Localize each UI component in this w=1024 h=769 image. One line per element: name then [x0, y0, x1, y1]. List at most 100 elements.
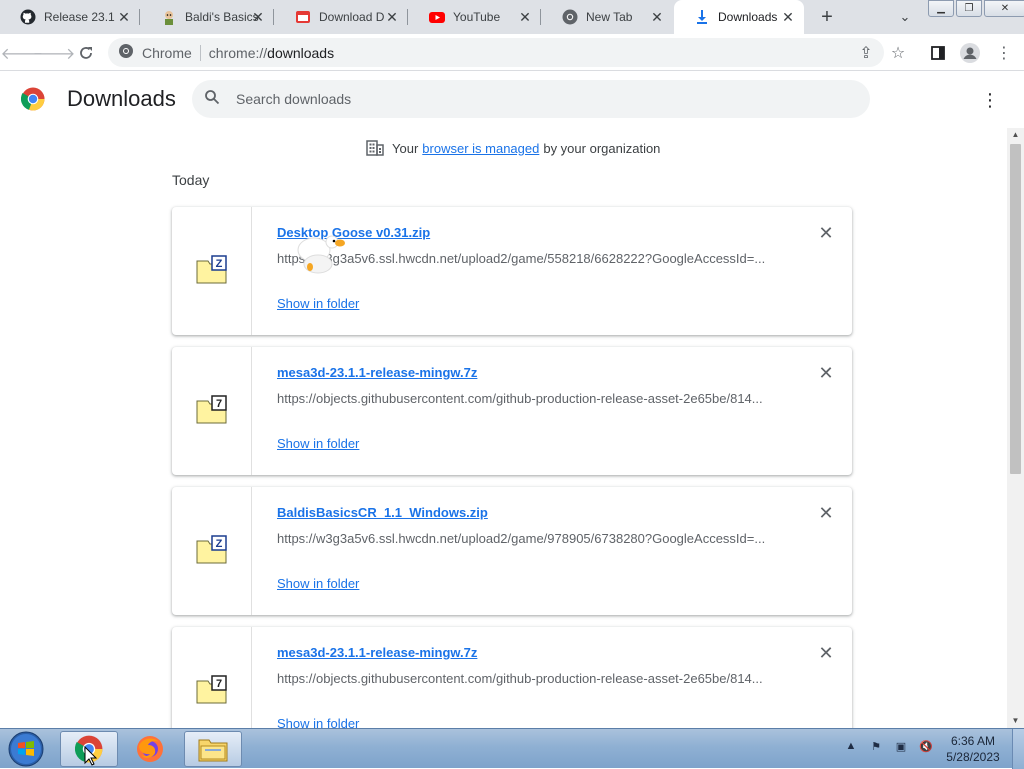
remove-close-icon[interactable]: ✕: [816, 363, 836, 383]
7z-file-icon: 7: [196, 395, 227, 424]
tab-separator: [273, 9, 274, 25]
scroll-up-arrow-icon[interactable]: ▲: [1007, 128, 1024, 142]
remove-close-icon[interactable]: ✕: [816, 503, 836, 523]
taskbar-clock[interactable]: 6:36 AM 5/28/2023: [938, 733, 1008, 765]
search-downloads-box[interactable]: [192, 80, 870, 118]
tab-new-tab[interactable]: New Tab ✕: [542, 0, 673, 34]
tab-title: New Tab: [586, 10, 633, 24]
tab-search-chevron-icon[interactable]: ⌄: [894, 6, 916, 28]
taskbar-explorer-button[interactable]: [184, 731, 242, 767]
pdf-icon: [295, 9, 311, 25]
tab-title: Baldi's Basics: [185, 10, 259, 24]
zip-file-icon: Z: [196, 535, 227, 564]
close-icon[interactable]: ✕: [384, 9, 400, 25]
address-bar[interactable]: Chrome chrome://downloads: [108, 38, 884, 67]
file-name-link[interactable]: mesa3d-23.1.1-release-mingw.7z: [277, 645, 477, 660]
new-tab-button[interactable]: +: [815, 6, 839, 28]
svg-text:7: 7: [216, 678, 222, 690]
network-icon[interactable]: ▣: [890, 740, 912, 758]
profile-avatar-icon[interactable]: [956, 39, 984, 67]
file-icon-column: Z: [172, 487, 252, 615]
folder-icon: [198, 739, 228, 762]
action-center-flag-icon[interactable]: ⚑: [865, 740, 887, 758]
remove-close-icon[interactable]: ✕: [816, 643, 836, 663]
window-controls: ▁ ❐ ✕: [928, 0, 1024, 18]
baldi-icon: [161, 9, 177, 25]
chrome-icon: [562, 9, 578, 25]
reload-icon: [80, 47, 92, 59]
date-heading: Today: [172, 172, 210, 188]
tab-separator: [139, 9, 140, 25]
remove-close-icon[interactable]: ✕: [816, 223, 836, 243]
file-source-url[interactable]: https://w3g3a5v6.ssl.hwcdn.net/upload2/g…: [277, 251, 777, 266]
file-source-url[interactable]: https://w3g3a5v6.ssl.hwcdn.net/upload2/g…: [277, 531, 777, 546]
side-panel-icon[interactable]: [924, 39, 952, 67]
tab-download-d[interactable]: Download D ✕: [275, 0, 408, 34]
show-in-folder-link[interactable]: Show in folder: [277, 576, 359, 591]
desktop-goose-icon[interactable]: [290, 228, 350, 280]
close-icon[interactable]: ✕: [649, 9, 665, 25]
system-tray: ▲ ⚑ ▣ 🔇: [840, 729, 940, 769]
github-icon: [20, 9, 36, 25]
show-in-folder-link[interactable]: Show in folder: [277, 296, 359, 311]
show-desktop-button[interactable]: [1012, 729, 1024, 769]
downloads-header: Downloads ⋮: [0, 72, 1024, 128]
clock-time: 6:36 AM: [950, 734, 996, 748]
managed-notice: Your browser is managed by your organiza…: [366, 140, 660, 156]
tab-title: Downloads: [718, 10, 778, 24]
tab-youtube[interactable]: YouTube ✕: [409, 0, 541, 34]
tab-downloads[interactable]: Downloads ✕: [674, 0, 804, 34]
chrome-logo-icon: [20, 87, 45, 111]
mouse-cursor-icon: [84, 746, 98, 766]
close-icon[interactable]: ✕: [780, 9, 796, 25]
svg-text:Z: Z: [216, 538, 223, 550]
scroll-thumb[interactable]: [1010, 144, 1021, 474]
search-input[interactable]: [236, 91, 836, 107]
restore-button[interactable]: ❐: [956, 0, 982, 17]
show-hidden-icons-icon[interactable]: ▲: [840, 740, 862, 758]
page-title: Downloads: [67, 86, 176, 111]
file-name-link[interactable]: mesa3d-23.1.1-release-mingw.7z: [277, 365, 477, 380]
page-scrollbar[interactable]: ▲ ▼: [1007, 128, 1024, 728]
tab-title: Release 23.1: [44, 10, 115, 24]
window-close-button[interactable]: ✕: [984, 0, 1024, 17]
tab-separator: [407, 9, 408, 25]
more-actions-icon[interactable]: ⋮: [980, 88, 1000, 112]
close-icon[interactable]: ✕: [116, 9, 132, 25]
close-icon[interactable]: ✕: [517, 9, 533, 25]
tab-release[interactable]: Release 23.1 ✕: [0, 0, 140, 34]
url-scheme: chrome://: [208, 44, 268, 61]
file-source-url[interactable]: https://objects.githubusercontent.com/gi…: [277, 391, 777, 406]
firefox-icon: [137, 736, 163, 762]
managed-link[interactable]: browser is managed: [422, 141, 539, 156]
volume-muted-icon[interactable]: 🔇: [915, 740, 937, 758]
tab-title: Download D: [319, 10, 385, 24]
share-icon[interactable]: ⇪: [852, 39, 880, 67]
bookmark-star-icon[interactable]: ☆: [884, 39, 912, 67]
building-icon: [366, 140, 384, 156]
show-in-folder-link[interactable]: Show in folder: [277, 436, 359, 451]
scroll-down-arrow-icon[interactable]: ▼: [1007, 714, 1024, 728]
forward-button[interactable]: 🡒: [33, 39, 76, 67]
zip-file-icon: Z: [196, 255, 227, 284]
omnibox-separator: [199, 44, 201, 61]
svg-text:7: 7: [216, 398, 222, 410]
tab-separator: [540, 9, 541, 25]
close-icon[interactable]: ✕: [250, 9, 266, 25]
omnibox-url: chrome://downloads: [209, 45, 334, 61]
file-source-url[interactable]: https://objects.githubusercontent.com/gi…: [277, 671, 777, 686]
browser-toolbar: 🡐 🡒 Chrome chrome://downloads ⇪ ☆ ⋮: [0, 34, 1024, 71]
chrome-menu-icon[interactable]: ⋮: [990, 39, 1018, 67]
download-item: Z Desktop Goose v0.31.zip https://w3g3a5…: [172, 207, 852, 335]
start-button-icon[interactable]: [6, 730, 46, 768]
tab-strip: Release 23.1 ✕ Baldi's Basics ✕ Download…: [0, 0, 1024, 34]
minimize-button[interactable]: ▁: [928, 0, 954, 17]
download-item: Z BaldisBasicsCR_1.1_Windows.zip https:/…: [172, 487, 852, 615]
tab-baldi[interactable]: Baldi's Basics ✕: [141, 0, 274, 34]
search-icon: [204, 89, 224, 110]
reload-button[interactable]: [72, 39, 100, 67]
tab-title: YouTube: [453, 10, 501, 24]
file-name-link[interactable]: BaldisBasicsCR_1.1_Windows.zip: [277, 505, 488, 520]
file-icon-column: 7: [172, 347, 252, 475]
taskbar-firefox-button[interactable]: [121, 731, 179, 767]
